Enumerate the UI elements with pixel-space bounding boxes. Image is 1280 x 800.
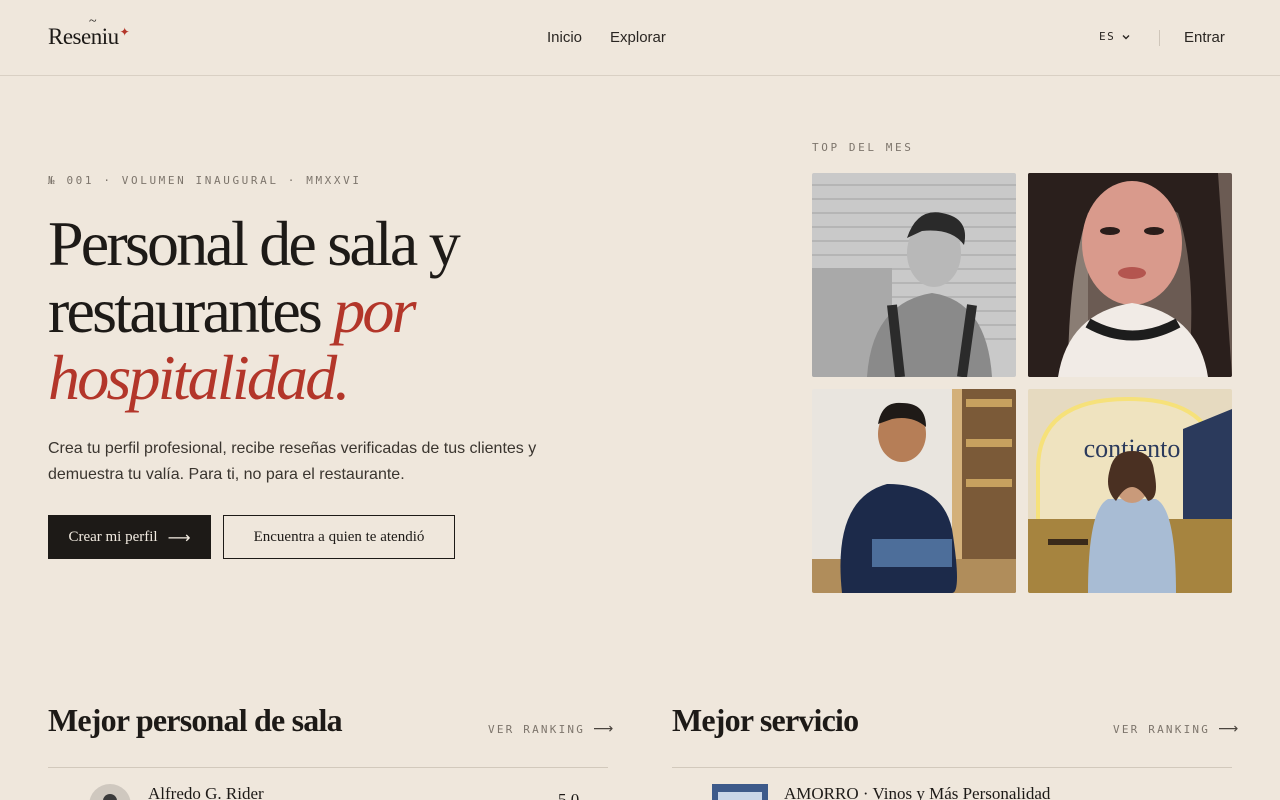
best-service-title: Mejor servicio (672, 702, 859, 738)
portrait-grayscale-image (812, 173, 1016, 377)
service-row-name[interactable]: AMORRO · Vinos y Más Personalidad (784, 784, 1050, 800)
hero-title-accent2: hospitalidad. (48, 342, 350, 413)
best-service-ranking-link[interactable]: VER RANKING ⟶ (1113, 721, 1240, 737)
logo[interactable]: ~ Reseniu✦ (48, 14, 130, 50)
issue-kicker: № 001 · VOLUMEN INAUGURAL · MMXXVI (48, 174, 362, 187)
logo-text: Reseniu (48, 24, 119, 49)
top-month-label: TOP DEL MES (812, 141, 914, 154)
arrow-right-icon: ⟶ (1218, 721, 1241, 737)
ranking-label: VER RANKING (488, 722, 586, 736)
hero-title-accent1: por (333, 275, 416, 346)
login-link[interactable]: Entrar (1184, 29, 1225, 46)
portrait-restaurant-image: contiento (1028, 389, 1232, 593)
hero-title-line2: restaurantes (48, 275, 323, 346)
venue-thumbnail (712, 784, 768, 800)
section-divider (48, 767, 608, 768)
find-server-button[interactable]: Encuentra a quien te atendió (223, 515, 455, 559)
create-profile-button[interactable]: Crear mi perfil ⟶ (48, 515, 211, 559)
portrait-man-sitting-image (812, 389, 1016, 593)
top-photo-1[interactable] (812, 173, 1016, 377)
top-photo-2[interactable] (1028, 173, 1232, 377)
language-label: ES (1099, 30, 1116, 43)
chevron-down-icon (1122, 34, 1130, 39)
portrait-woman-image (1028, 173, 1232, 377)
best-staff-title: Mejor personal de sala (48, 702, 343, 738)
arrow-right-icon: ⟶ (593, 721, 616, 737)
main-nav: Inicio Explorar (547, 29, 666, 46)
staff-row-score: 5.0 (558, 790, 580, 800)
ranking-label: VER RANKING (1113, 722, 1211, 736)
create-profile-label: Crear mi perfil (68, 528, 158, 545)
nav-explorar[interactable]: Explorar (610, 29, 666, 46)
hero-lead: Crea tu perfil profesional, recibe reseñ… (48, 440, 537, 483)
logo-tilde-icon: ~ (89, 14, 97, 29)
site-header: ~ Reseniu✦ Inicio Explorar ES Entrar (0, 0, 1280, 76)
top-photo-4[interactable]: contiento (1028, 389, 1232, 593)
section-divider (672, 767, 1232, 768)
best-staff-ranking-link[interactable]: VER RANKING ⟶ (488, 721, 615, 737)
arrow-right-icon: ⟶ (167, 527, 191, 547)
staff-row-name[interactable]: Alfredo G. Rider (148, 784, 264, 800)
language-selector[interactable]: ES (1099, 30, 1131, 43)
hero-title-line1: Personal de sala y (48, 208, 461, 279)
top-photo-3[interactable] (812, 389, 1016, 593)
avatar (89, 784, 131, 800)
hero-title: Personal de sala y restaurantes por hosp… (48, 210, 608, 411)
nav-inicio[interactable]: Inicio (547, 29, 582, 46)
header-divider (1159, 30, 1160, 46)
logo-star-icon: ✦ (119, 25, 130, 39)
